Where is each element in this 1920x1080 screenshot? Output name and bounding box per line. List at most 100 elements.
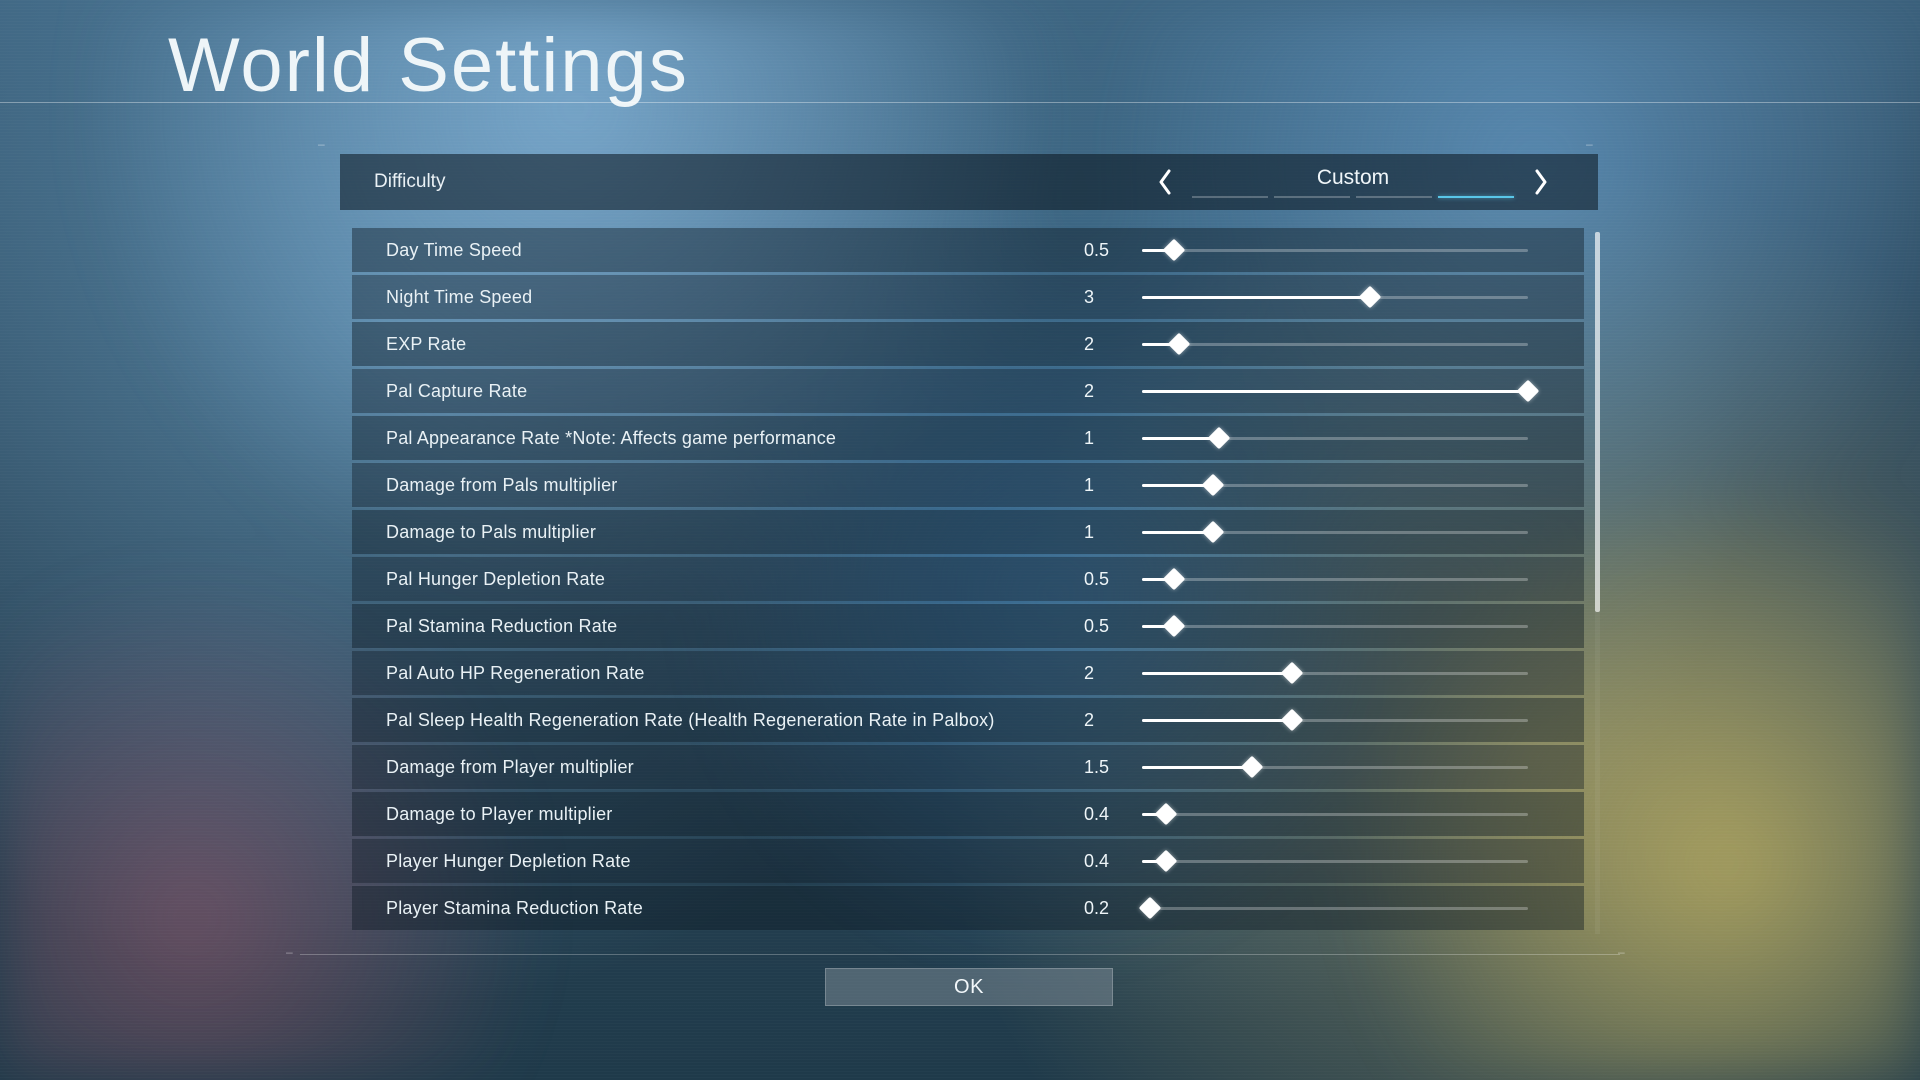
setting-value: 2 [1084, 710, 1144, 731]
page-title: World Settings [168, 22, 689, 109]
corner-tick: – [318, 140, 334, 148]
slider-fill [1142, 719, 1292, 722]
difficulty-pips [1192, 196, 1514, 198]
title-divider [0, 102, 1920, 103]
setting-slider[interactable] [1142, 792, 1528, 836]
setting-row: Day Time Speed0.5 [352, 228, 1584, 272]
corner-tick: – [1586, 140, 1602, 148]
slider-track [1142, 907, 1528, 910]
setting-value: 0.5 [1084, 569, 1144, 590]
setting-label: Damage to Player multiplier [386, 804, 613, 825]
setting-row: Player Hunger Depletion Rate0.4 [352, 839, 1584, 883]
setting-label: Player Stamina Reduction Rate [386, 898, 643, 919]
setting-value: 3 [1084, 287, 1144, 308]
setting-label: Pal Capture Rate [386, 381, 527, 402]
slider-track [1142, 719, 1528, 722]
setting-slider[interactable] [1142, 369, 1528, 413]
slider-thumb[interactable] [1162, 239, 1185, 262]
setting-slider[interactable] [1142, 886, 1528, 930]
setting-value: 1.5 [1084, 757, 1144, 778]
setting-row: Pal Capture Rate2 [352, 369, 1584, 413]
setting-value: 1 [1084, 475, 1144, 496]
slider-thumb[interactable] [1202, 521, 1225, 544]
slider-track [1142, 672, 1528, 675]
setting-slider[interactable] [1142, 322, 1528, 366]
slider-track [1142, 343, 1528, 346]
setting-row: Pal Stamina Reduction Rate 0.5 [352, 604, 1584, 648]
scrollbar-thumb[interactable] [1595, 232, 1600, 612]
slider-track [1142, 578, 1528, 581]
slider-track [1142, 813, 1528, 816]
difficulty-pip [1274, 196, 1350, 198]
slider-fill [1142, 672, 1292, 675]
difficulty-pip [1438, 196, 1514, 198]
slider-thumb[interactable] [1241, 756, 1264, 779]
scrollbar[interactable] [1595, 232, 1600, 934]
slider-thumb[interactable] [1359, 286, 1382, 309]
setting-row: Damage from Pals multiplier 1 [352, 463, 1584, 507]
slider-track [1142, 625, 1528, 628]
setting-row: Pal Hunger Depletion Rate0.5 [352, 557, 1584, 601]
setting-slider[interactable] [1142, 416, 1528, 460]
difficulty-next-button[interactable] [1532, 168, 1550, 196]
slider-thumb[interactable] [1517, 380, 1540, 403]
settings-list: Day Time Speed0.5 Night Time Speed 3 EXP Ra… [352, 228, 1584, 938]
slider-thumb[interactable] [1162, 615, 1185, 638]
setting-row: Pal Auto HP Regeneration Rate 2 [352, 651, 1584, 695]
setting-slider[interactable] [1142, 698, 1528, 742]
setting-slider[interactable] [1142, 745, 1528, 789]
setting-slider[interactable] [1142, 839, 1528, 883]
setting-row: Night Time Speed 3 [352, 275, 1584, 319]
setting-label: Pal Stamina Reduction Rate [386, 616, 617, 637]
slider-track [1142, 531, 1528, 534]
bottom-divider [300, 954, 1620, 955]
settings-list-wrap: Day Time Speed0.5 Night Time Speed 3 EXP Ra… [352, 228, 1600, 938]
slider-track [1142, 766, 1528, 769]
setting-slider[interactable] [1142, 651, 1528, 695]
slider-thumb[interactable] [1280, 662, 1303, 685]
setting-row: Damage to Pals multiplier1 [352, 510, 1584, 554]
slider-thumb[interactable] [1154, 850, 1177, 873]
slider-thumb[interactable] [1208, 427, 1231, 450]
slider-thumb[interactable] [1154, 803, 1177, 826]
setting-label: Damage from Player multiplier [386, 757, 634, 778]
difficulty-pip [1356, 196, 1432, 198]
difficulty-pip [1192, 196, 1268, 198]
slider-track [1142, 296, 1528, 299]
setting-row: Damage to Player multiplier 0.4 [352, 792, 1584, 836]
setting-value: 0.4 [1084, 804, 1144, 825]
slider-thumb[interactable] [1280, 709, 1303, 732]
slider-track [1142, 249, 1528, 252]
difficulty-value: Custom [1277, 166, 1429, 190]
slider-thumb[interactable] [1139, 897, 1162, 920]
difficulty-value-wrap: Custom [1192, 166, 1514, 198]
setting-slider[interactable] [1142, 275, 1528, 319]
setting-row: Damage from Player multiplier 1.5 [352, 745, 1584, 789]
setting-label: Night Time Speed [386, 287, 532, 308]
difficulty-label: Difficulty [374, 171, 445, 193]
setting-slider[interactable] [1142, 228, 1528, 272]
slider-track [1142, 484, 1528, 487]
ok-button[interactable]: OK [825, 968, 1113, 1006]
slider-track [1142, 390, 1528, 393]
setting-row: Player Stamina Reduction Rate 0.2 [352, 886, 1584, 930]
setting-value: 0.5 [1084, 616, 1144, 637]
setting-value: 1 [1084, 428, 1144, 449]
difficulty-prev-button[interactable] [1156, 168, 1174, 196]
setting-row: EXP Rate2 [352, 322, 1584, 366]
setting-slider[interactable] [1142, 463, 1528, 507]
setting-slider[interactable] [1142, 557, 1528, 601]
setting-value: 2 [1084, 663, 1144, 684]
setting-label: Pal Appearance Rate *Note: Affects game … [386, 428, 836, 449]
slider-fill [1142, 766, 1252, 769]
slider-track [1142, 860, 1528, 863]
setting-value: 0.4 [1084, 851, 1144, 872]
setting-slider[interactable] [1142, 510, 1528, 554]
setting-slider[interactable] [1142, 604, 1528, 648]
setting-label: Pal Auto HP Regeneration Rate [386, 663, 645, 684]
slider-thumb[interactable] [1168, 333, 1191, 356]
slider-thumb[interactable] [1162, 568, 1185, 591]
setting-value: 0.2 [1084, 898, 1144, 919]
slider-thumb[interactable] [1202, 474, 1225, 497]
setting-label: Damage from Pals multiplier [386, 475, 617, 496]
